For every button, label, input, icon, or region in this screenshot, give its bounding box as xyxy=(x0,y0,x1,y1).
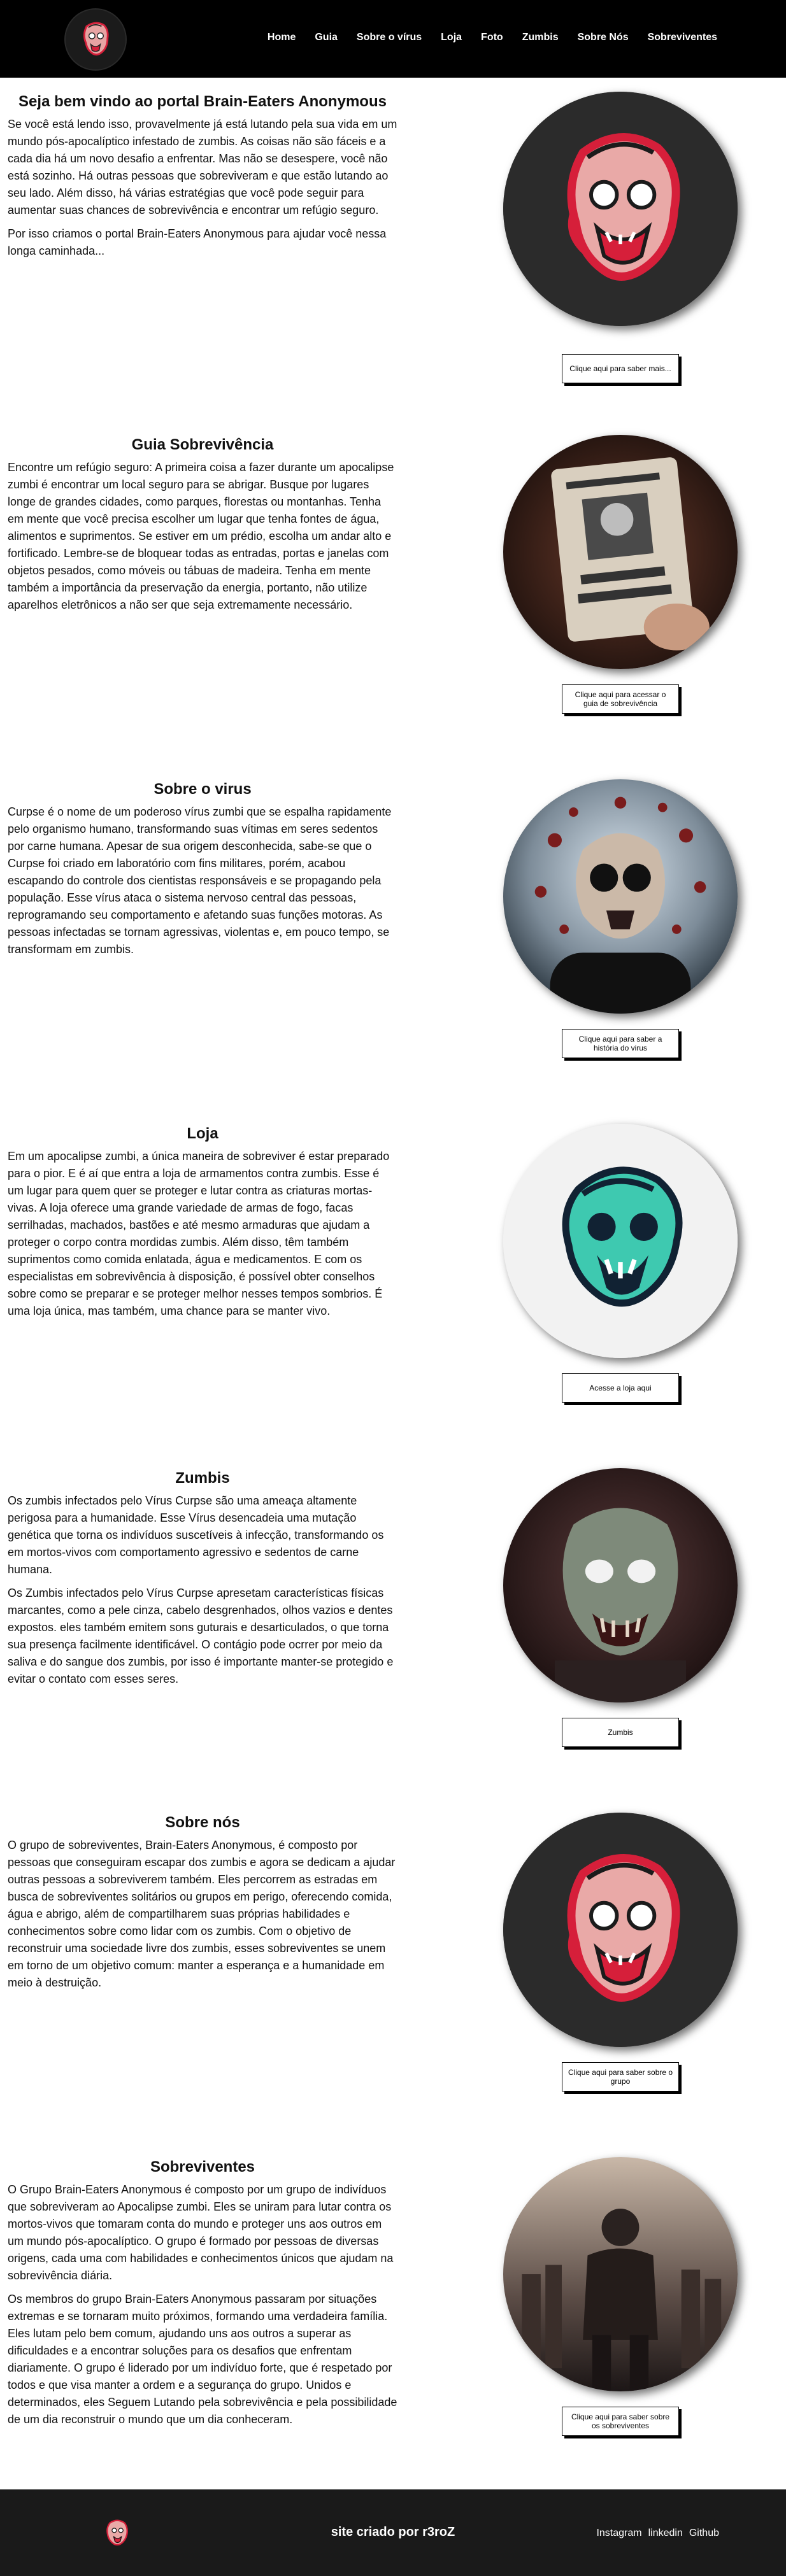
survival-guide-book-photo xyxy=(503,435,738,669)
nav-home[interactable]: Home xyxy=(268,32,296,43)
virus-text: Sobre o virus Curpse é o nome de um pode… xyxy=(8,781,397,965)
survivors-button[interactable]: Clique aqui para saber sobre os sobreviv… xyxy=(562,2407,679,2436)
instagram-link[interactable]: Instagram xyxy=(596,2528,641,2539)
learn-more-button[interactable]: Clique aqui para saber mais... xyxy=(562,354,679,383)
linkedin-link[interactable]: linkedin xyxy=(648,2528,683,2539)
nav-sobre-nos[interactable]: Sobre Nós xyxy=(578,32,629,43)
about-section: Sobre nós O grupo de sobreviventes, Brai… xyxy=(0,1800,786,2144)
section-paragraph: Os Zumbis infectados pelo Vírus Curpse a… xyxy=(8,1587,394,1685)
store-text: Loja Em um apocalipse zumbi, a única man… xyxy=(8,1125,397,1326)
zombie-portrait-photo xyxy=(503,1468,738,1702)
virus-section: Sobre o virus Curpse é o nome de um pode… xyxy=(0,767,786,1111)
welcome-text: Seja bem vindo ao portal Brain-Eaters An… xyxy=(8,93,397,266)
zombies-section: Zumbis Os zumbis infectados pelo Vírus C… xyxy=(0,1455,786,1800)
github-link[interactable]: Github xyxy=(689,2528,719,2539)
survivors-section: Sobreviventes O Grupo Brain-Eaters Anony… xyxy=(0,2144,786,2488)
zombie-logo-icon xyxy=(503,1813,738,2047)
section-title: Sobre nós xyxy=(165,1814,240,1831)
teal-zombie-head-icon xyxy=(503,1124,738,1358)
virus-skull-photo xyxy=(503,779,738,1014)
nav-foto[interactable]: Foto xyxy=(481,32,503,43)
nav-sobre-virus[interactable]: Sobre o vírus xyxy=(357,32,422,43)
guide-text: Guia Sobrevivência Encontre um refúgio s… xyxy=(8,436,397,620)
section-title: Zumbis xyxy=(175,1469,230,1487)
zombie-logo-icon xyxy=(503,92,738,326)
section-paragraph: Curpse é o nome de um poderoso vírus zum… xyxy=(8,805,392,956)
section-paragraph: Os zumbis infectados pelo Vírus Curpse s… xyxy=(8,1494,384,1576)
section-paragraph: O Grupo Brain-Eaters Anonymous é compost… xyxy=(8,2183,394,2282)
nav-loja[interactable]: Loja xyxy=(441,32,462,43)
store-section: Loja Em um apocalipse zumbi, a única man… xyxy=(0,1111,786,1455)
section-paragraph: Em um apocalipse zumbi, a única maneira … xyxy=(8,1150,390,1317)
section-paragraph: Por isso criamos o portal Brain-Eaters A… xyxy=(8,227,387,257)
guide-section: Guia Sobrevivência Encontre um refúgio s… xyxy=(0,422,786,767)
nav-sobreviventes[interactable]: Sobreviventes xyxy=(648,32,717,43)
about-text: Sobre nós O grupo de sobreviventes, Brai… xyxy=(8,1814,397,1998)
survivors-text: Sobreviventes O Grupo Brain-Eaters Anony… xyxy=(8,2158,397,2435)
footer-links: Instagram linkedin Github xyxy=(596,2528,719,2539)
section-title: Sobreviventes xyxy=(150,2158,255,2176)
welcome-section: Seja bem vindo ao portal Brain-Eaters An… xyxy=(0,78,786,422)
section-paragraph: Se você está lendo isso, provavelmente j… xyxy=(8,118,397,216)
zombie-logo-icon[interactable] xyxy=(66,10,125,69)
section-title: Loja xyxy=(187,1125,218,1142)
site-footer: site criado por r3roZ Instagram linkedin… xyxy=(0,2489,786,2576)
guide-button[interactable]: Clique aqui para acessar o guia de sobre… xyxy=(562,684,679,714)
zombies-button[interactable]: Zumbis xyxy=(562,1718,679,1747)
nav-guia[interactable]: Guia xyxy=(315,32,338,43)
nav-zumbis[interactable]: Zumbis xyxy=(522,32,559,43)
survivor-soldier-photo xyxy=(503,2157,738,2391)
section-paragraph: O grupo de sobreviventes, Brain-Eaters A… xyxy=(8,1839,396,1989)
virus-history-button[interactable]: Clique aqui para saber a história do vir… xyxy=(562,1029,679,1058)
zombies-text: Zumbis Os zumbis infectados pelo Vírus C… xyxy=(8,1469,397,1694)
store-button[interactable]: Acesse a loja aqui xyxy=(562,1373,679,1403)
section-paragraph: Os membros do grupo Brain-Eaters Anonymo… xyxy=(8,2293,397,2426)
about-group-button[interactable]: Clique aqui para saber sobre o grupo xyxy=(562,2062,679,2091)
site-header: Home Guia Sobre o vírus Loja Foto Zumbis… xyxy=(0,0,786,78)
section-paragraph: Encontre um refúgio seguro: A primeira c… xyxy=(8,461,394,611)
section-title: Guia Sobrevivência xyxy=(131,436,274,453)
main-nav: Home Guia Sobre o vírus Loja Foto Zumbis… xyxy=(268,32,717,43)
section-title: Seja bem vindo ao portal Brain-Eaters An… xyxy=(18,93,387,110)
section-title: Sobre o virus xyxy=(154,781,252,798)
